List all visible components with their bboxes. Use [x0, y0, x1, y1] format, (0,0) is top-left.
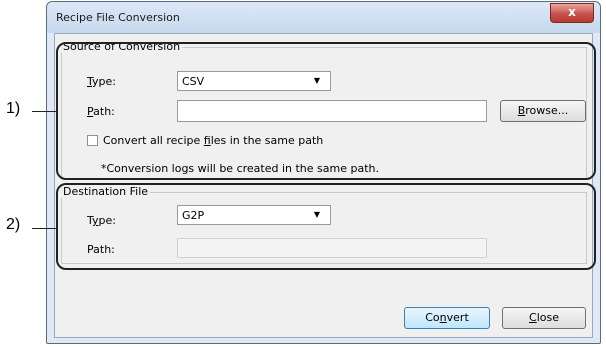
- close-button[interactable]: Close: [502, 307, 586, 329]
- callout-box-2: [56, 183, 596, 270]
- callout-box-1: [56, 42, 596, 180]
- convert-button[interactable]: Convert: [404, 307, 490, 329]
- close-icon: x: [568, 5, 576, 19]
- callout-marker-1: 1): [6, 100, 21, 117]
- close-window-button[interactable]: x: [550, 3, 594, 23]
- window-title: Recipe File Conversion: [56, 11, 180, 24]
- callout-marker-2: 2): [6, 216, 21, 233]
- title-bar[interactable]: Recipe File Conversion x: [47, 2, 600, 33]
- callout-leader-1: [32, 111, 56, 112]
- callout-leader-2: [32, 228, 56, 229]
